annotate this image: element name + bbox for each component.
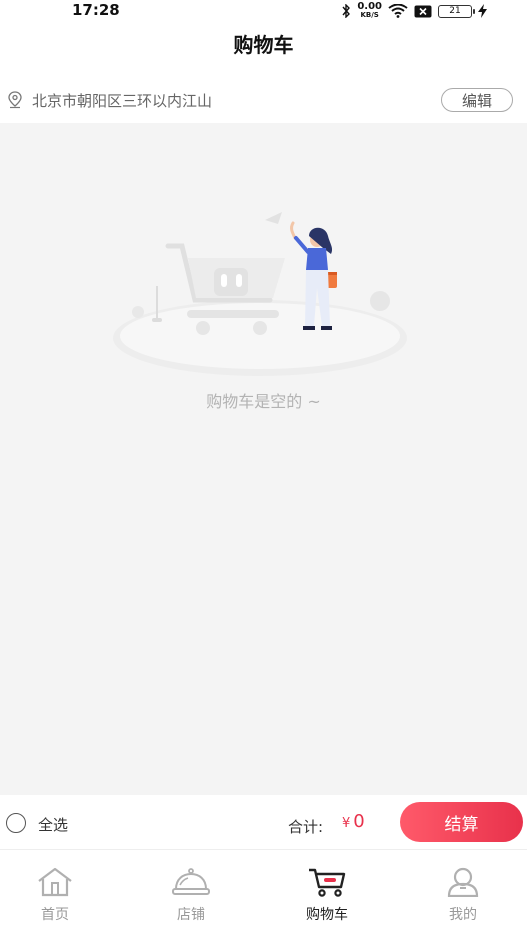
select-all-checkbox[interactable] — [6, 813, 26, 833]
tab-label-store: 店铺 — [177, 907, 205, 923]
address-text: 北京市朝阳区三环以内江山 — [32, 92, 213, 110]
charging-icon — [478, 4, 487, 18]
checkout-button[interactable]: 结算 — [400, 802, 523, 842]
select-all-label[interactable]: 全选 — [38, 814, 68, 835]
home-icon — [38, 867, 72, 897]
tab-label-home: 首页 — [41, 907, 69, 923]
tab-label-profile: 我的 — [449, 907, 477, 923]
tab-store[interactable]: 店铺 — [151, 865, 231, 924]
empty-cart-illustration — [113, 212, 407, 376]
bluetooth-icon — [342, 4, 351, 18]
tab-cart[interactable]: 购物车 — [287, 865, 367, 924]
cart-content-area: 购物车是空的 ~ — [0, 123, 527, 795]
wifi-icon — [388, 4, 408, 18]
sim-x-icon — [414, 5, 432, 17]
status-icons: 0.00 KB/S 21 — [341, 1, 487, 20]
currency-symbol: ¥ — [342, 816, 351, 831]
status-bar: 17:28 0.00 KB/S 21 — [0, 0, 527, 22]
total-label: 合计: — [288, 818, 324, 836]
address-row[interactable]: 北京市朝阳区三环以内江山 编辑 — [0, 78, 527, 122]
net-speed-value: 0.00 — [357, 1, 382, 12]
tab-profile[interactable]: 我的 — [423, 865, 503, 924]
bottom-tab-bar: 首页 店铺 购物车 我的 — [0, 851, 527, 927]
net-speed: 0.00 KB/S — [357, 1, 382, 20]
location-pin-icon — [8, 91, 22, 109]
edit-button[interactable]: 编辑 — [441, 88, 513, 112]
net-speed-unit: KB/S — [360, 11, 379, 19]
checkout-bar: 全选 合计: ¥0 结算 — [0, 795, 527, 850]
profile-icon — [447, 867, 479, 897]
total-value: 0 — [353, 811, 365, 832]
store-bell-icon — [172, 868, 210, 895]
battery-icon: 21 — [438, 4, 475, 18]
cart-icon — [309, 868, 346, 897]
status-time: 17:28 — [72, 1, 120, 19]
total-amount: ¥0 — [342, 811, 365, 832]
tab-home[interactable]: 首页 — [15, 865, 95, 924]
tab-label-cart: 购物车 — [306, 907, 348, 923]
empty-cart-message: 购物车是空的 ~ — [206, 392, 321, 411]
page-title: 购物车 — [233, 33, 294, 57]
